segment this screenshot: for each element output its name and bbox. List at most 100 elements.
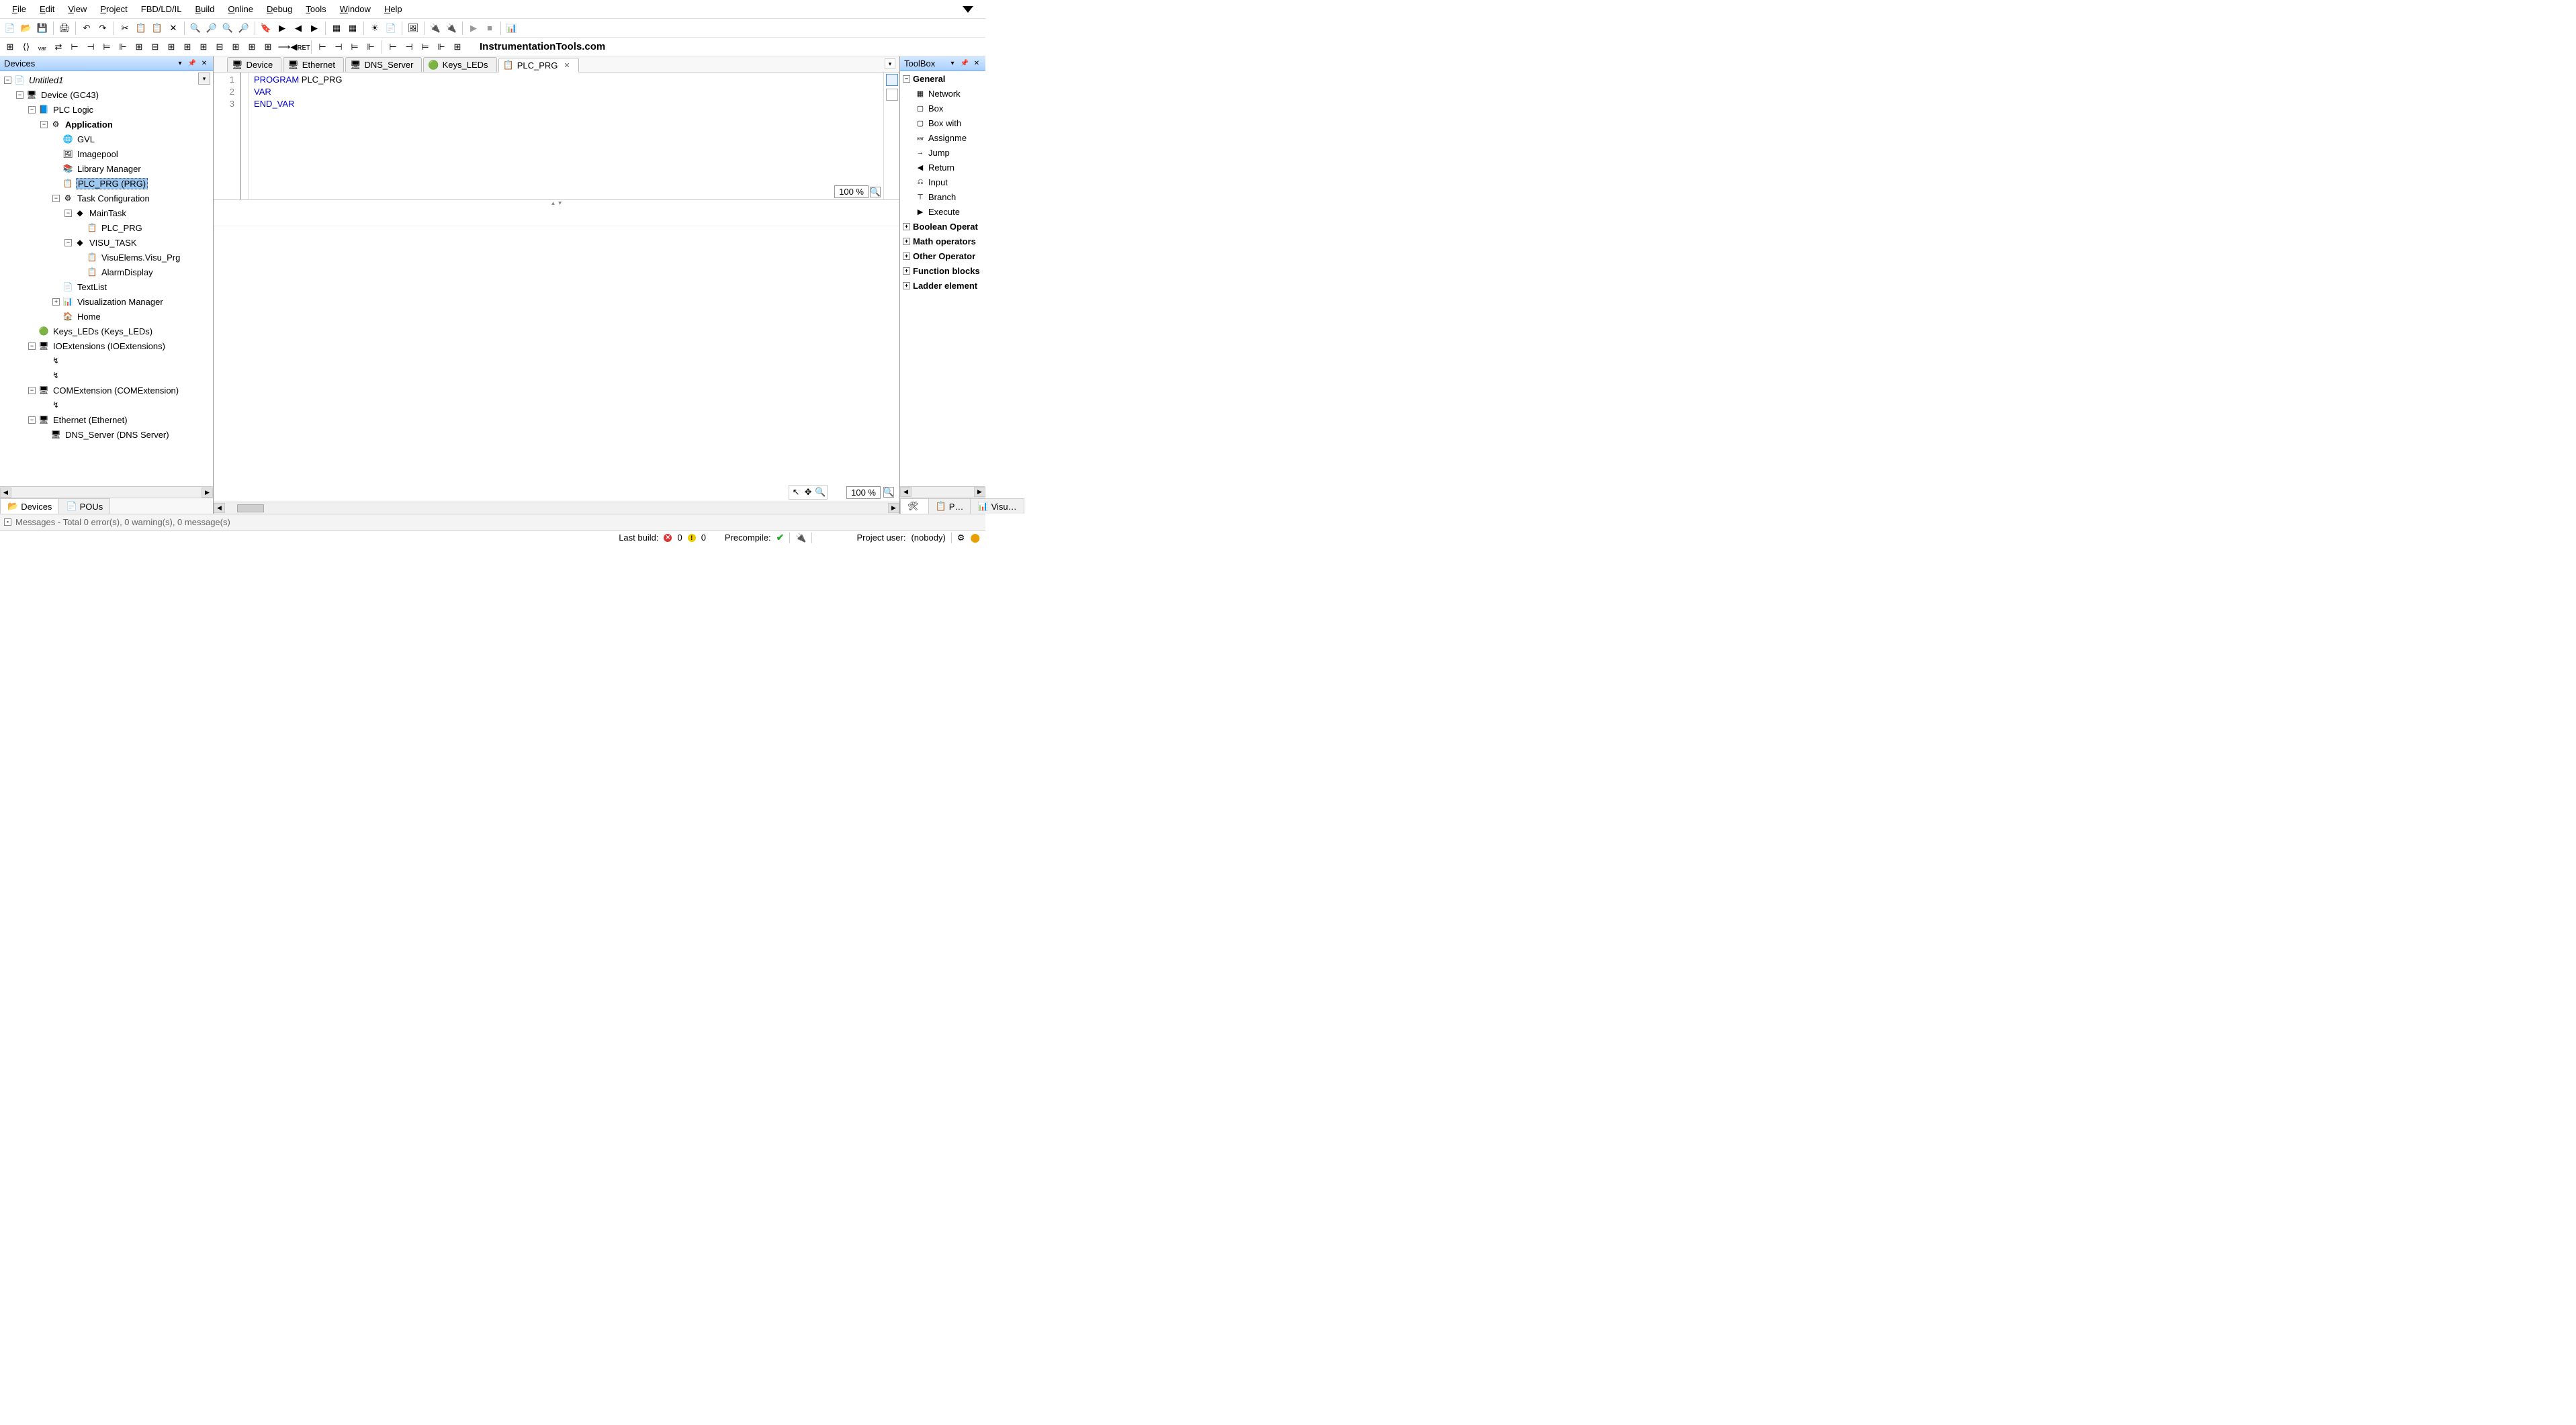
- menu-help[interactable]: Help: [377, 1, 409, 17]
- fbd-btn-15[interactable]: ⊞: [228, 40, 243, 54]
- tree-node[interactable]: −📘PLC Logic: [0, 102, 213, 117]
- fbd-btn-7[interactable]: ⊨: [99, 40, 114, 54]
- bookmark-next-button[interactable]: ▶: [275, 21, 290, 36]
- open-button[interactable]: 📂: [19, 21, 34, 36]
- editor-scroll-thumb[interactable]: [237, 504, 264, 512]
- tree-expand-icon[interactable]: −: [28, 342, 36, 350]
- fbd-btn-10[interactable]: ⊟: [148, 40, 163, 54]
- tree-node[interactable]: 📋PLC_PRG (PRG): [0, 176, 213, 191]
- tree-node[interactable]: −◆VISU_TASK: [0, 235, 213, 250]
- fbd-btn-5[interactable]: ⊢: [67, 40, 82, 54]
- toolbar-btn-e[interactable]: 🖼: [406, 21, 420, 36]
- menu-fbd-ld-il[interactable]: FBD/LD/IL: [134, 1, 189, 17]
- category-expand-icon[interactable]: +: [903, 252, 910, 260]
- devices-hscroll[interactable]: ◀ ▶: [0, 486, 213, 498]
- toolbar-btn-b[interactable]: ▦: [345, 21, 360, 36]
- fbd-btn-13[interactable]: ⊞: [196, 40, 211, 54]
- tree-node[interactable]: ↯: [0, 368, 213, 383]
- panel-close-icon[interactable]: ✕: [199, 59, 209, 68]
- login-button[interactable]: 🔌: [428, 21, 443, 36]
- category-expand-icon[interactable]: +: [903, 238, 910, 245]
- fbd-btn-16[interactable]: ⊞: [245, 40, 259, 54]
- fbd-btn-6[interactable]: ⊣: [83, 40, 98, 54]
- tree-node[interactable]: 🖥DNS_Server (DNS Server): [0, 427, 213, 442]
- menu-window[interactable]: Window: [333, 1, 377, 17]
- category-expand-icon[interactable]: +: [903, 223, 910, 230]
- toolbox-category-general[interactable]: −General: [900, 71, 985, 86]
- zoom-level-bottom[interactable]: 100 %: [846, 486, 881, 499]
- fbd-btn-23[interactable]: ⊩: [363, 40, 378, 54]
- editor-tab[interactable]: 📋PLC_PRG✕: [498, 58, 579, 73]
- code-line[interactable]: END_VAR: [254, 98, 878, 110]
- devices-tree[interactable]: ▾ −📄Untitled1−🖥Device (GC43)−📘PLC Logic−…: [0, 71, 213, 486]
- toolbox-item[interactable]: ▦Network: [900, 86, 985, 101]
- menu-view[interactable]: View: [61, 1, 93, 17]
- fbd-btn-21[interactable]: ⊣: [331, 40, 346, 54]
- toolbox-category[interactable]: +Boolean Operat: [900, 219, 985, 234]
- toolbox-item[interactable]: ◀Return: [900, 160, 985, 175]
- copy-button[interactable]: 📋: [134, 21, 148, 36]
- toolbox-item[interactable]: ▶Execute: [900, 204, 985, 219]
- filter-icon[interactable]: [963, 6, 973, 13]
- menu-tools[interactable]: Tools: [299, 1, 332, 17]
- find-button[interactable]: 🔍: [188, 21, 203, 36]
- toolbox-category[interactable]: +Other Operator: [900, 248, 985, 263]
- fbd-btn-8[interactable]: ⊩: [116, 40, 130, 54]
- toolbox-item[interactable]: ᵥₐᵣAssignme: [900, 130, 985, 145]
- bookmark-prev-button[interactable]: ◀: [291, 21, 306, 36]
- logout-button[interactable]: 🔌: [444, 21, 459, 36]
- tree-expand-icon[interactable]: −: [4, 77, 11, 84]
- toolbar-btn-a[interactable]: ▦: [329, 21, 344, 36]
- find-next-button[interactable]: 🔍: [220, 21, 235, 36]
- move-tool-button[interactable]: ✥: [802, 486, 814, 498]
- toolbox-category[interactable]: +Function blocks: [900, 263, 985, 278]
- zoom-glass-bottom-icon[interactable]: 🔍: [883, 487, 894, 498]
- toolbar-btn-d[interactable]: 📄: [384, 21, 398, 36]
- tree-node[interactable]: 🌐GVL: [0, 132, 213, 146]
- fbd-btn-24[interactable]: ⊢: [386, 40, 400, 54]
- devices-tab[interactable]: 📂Devices: [0, 498, 59, 514]
- tree-node[interactable]: ↯: [0, 398, 213, 412]
- tree-dropdown-button[interactable]: ▾: [198, 73, 210, 85]
- fbd-btn-17[interactable]: ⊞: [261, 40, 275, 54]
- category-expand-icon[interactable]: +: [903, 282, 910, 289]
- menu-project[interactable]: Project: [93, 1, 134, 17]
- scroll-right-icon[interactable]: ▶: [202, 488, 213, 498]
- bookmark-button[interactable]: 🔖: [259, 21, 273, 36]
- tree-node[interactable]: 🏠Home: [0, 309, 213, 324]
- tree-expand-icon[interactable]: +: [52, 298, 60, 306]
- toolbox-item[interactable]: ▢Box with: [900, 116, 985, 130]
- fbd-btn-27[interactable]: ⊩: [434, 40, 449, 54]
- view-textual-button[interactable]: [886, 74, 898, 86]
- tree-expand-icon[interactable]: −: [28, 106, 36, 113]
- tree-expand-icon[interactable]: −: [28, 387, 36, 394]
- redo-button[interactable]: ↷: [95, 21, 110, 36]
- print-button[interactable]: 🖨: [57, 21, 72, 36]
- delete-button[interactable]: ✕: [166, 21, 181, 36]
- splitter-horizontal[interactable]: ▲ ▼: [214, 200, 899, 205]
- fbd-btn-22[interactable]: ⊨: [347, 40, 362, 54]
- toolbox-tab[interactable]: 📊Visu…: [970, 498, 1024, 514]
- editor-scroll-right-icon[interactable]: ▶: [888, 503, 899, 513]
- toolbox-tab[interactable]: 🛠: [900, 498, 929, 514]
- tree-node[interactable]: ↯: [0, 353, 213, 368]
- new-button[interactable]: 📄: [3, 21, 17, 36]
- fbd-btn-26[interactable]: ⊨: [418, 40, 433, 54]
- devices-tab[interactable]: 📄POUs: [58, 498, 110, 514]
- status-icon-b[interactable]: ⬤: [970, 533, 980, 543]
- tree-node[interactable]: 📋PLC_PRG: [0, 220, 213, 235]
- tree-node[interactable]: −🖥Device (GC43): [0, 87, 213, 102]
- fbd-btn-18[interactable]: ⟶: [277, 40, 292, 54]
- toolbox-pin-icon[interactable]: 📌: [960, 59, 969, 68]
- menu-edit[interactable]: Edit: [33, 1, 61, 17]
- messages-expand-icon[interactable]: ▪: [4, 518, 11, 526]
- tree-node[interactable]: 📄TextList: [0, 279, 213, 294]
- editor-tab[interactable]: 🖥Ethernet: [283, 57, 344, 72]
- cursor-tool-button[interactable]: ↖: [790, 486, 802, 498]
- tree-node[interactable]: −⚙Task Configuration: [0, 191, 213, 205]
- editor-scroll-left-icon[interactable]: ◀: [214, 503, 225, 513]
- view-tabular-button[interactable]: [886, 89, 898, 101]
- toolbox-dropdown-icon[interactable]: ▾: [948, 59, 957, 68]
- toolbox-close-icon[interactable]: ✕: [972, 59, 981, 68]
- toolbox-item[interactable]: ⎌Input: [900, 175, 985, 189]
